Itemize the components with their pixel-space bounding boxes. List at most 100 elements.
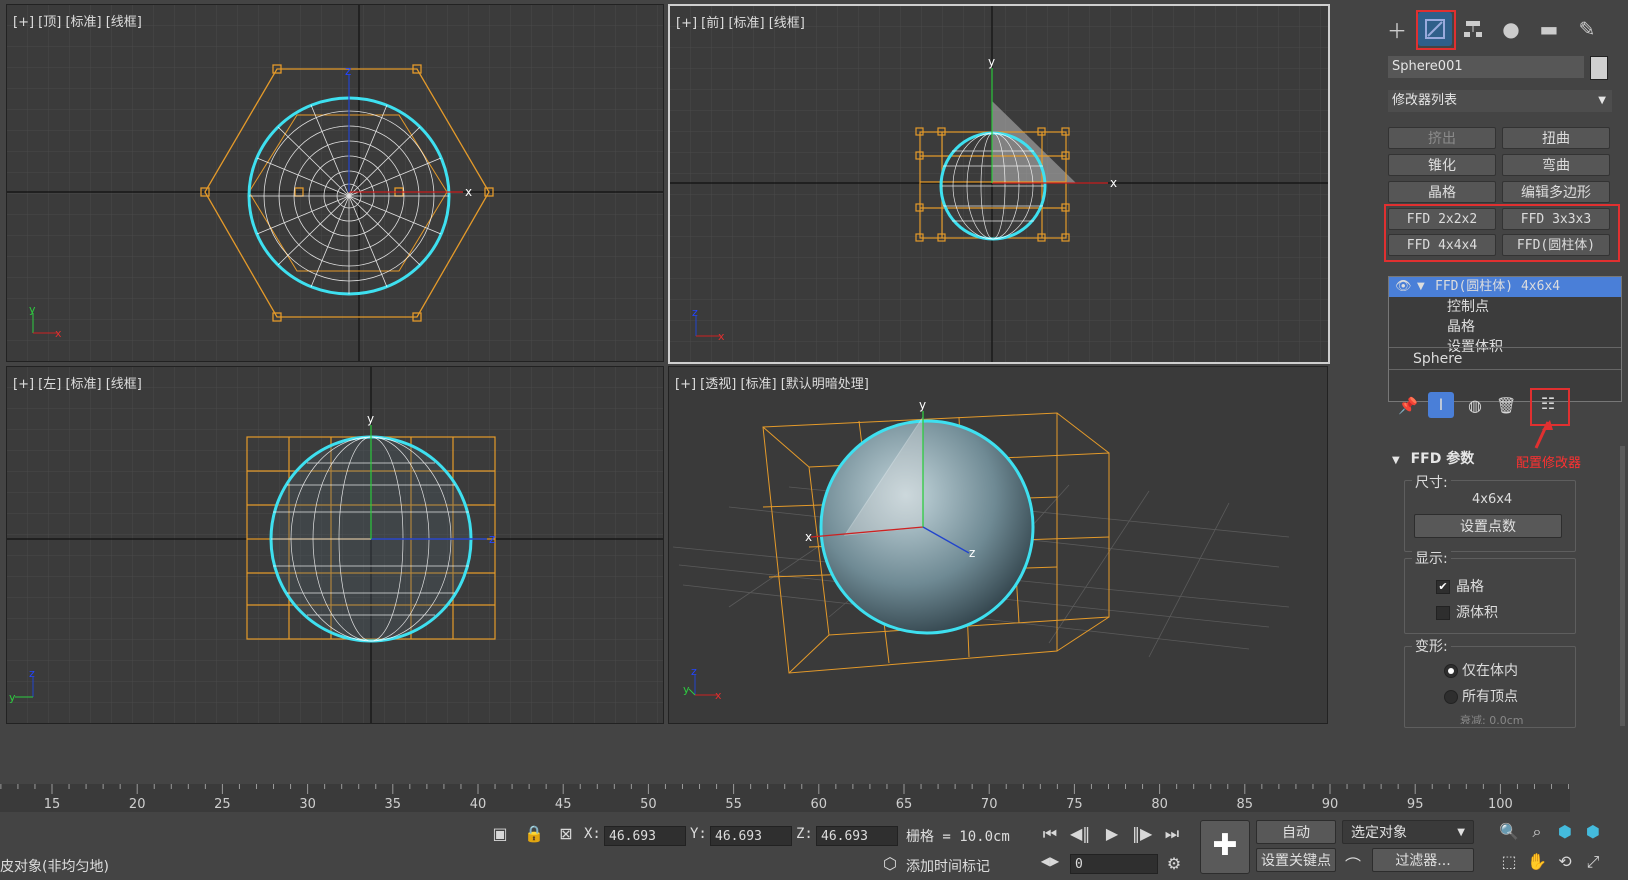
object-name-field[interactable]: Sphere001 (1388, 56, 1584, 78)
modify-tab-highlight (1416, 10, 1456, 50)
all-vertices-radio[interactable] (1444, 690, 1458, 704)
maximize-viewport-icon[interactable]: ⤢ (1582, 852, 1604, 872)
display-label: 显示: (1412, 548, 1451, 568)
remove-modifier-icon[interactable]: 🗑 (1496, 396, 1516, 415)
time-tag-icon[interactable]: ⬡ (880, 854, 900, 873)
display-group (1404, 558, 1576, 634)
next-frame-icon[interactable]: ‖▶ (1132, 824, 1152, 843)
key-mode-icon[interactable]: ◀▶ (1040, 854, 1060, 868)
stack-sub-lattice[interactable]: 晶格 (1447, 317, 1475, 337)
go-to-end-icon[interactable]: ⏭ (1162, 824, 1182, 844)
zoom-extents-icon[interactable]: ⬢ (1554, 822, 1576, 841)
lock-icon[interactable]: 🔒 (524, 824, 544, 843)
only-in-volume-radio[interactable] (1444, 664, 1458, 678)
viewport-label[interactable]: [+] [前] [标准] [线框] (676, 12, 805, 31)
viewport-left[interactable]: [+] [左] [标准] [线框] z y z y (6, 366, 664, 724)
source-volume-checkbox[interactable] (1436, 606, 1450, 620)
lattice-button[interactable]: 晶格 (1388, 181, 1496, 203)
ffd-3x3x3-button[interactable]: FFD 3x3x3 (1502, 208, 1610, 230)
ffd-cylinder-button[interactable]: FFD(圆柱体) (1502, 234, 1610, 256)
svg-text:x: x (55, 327, 62, 340)
stack-item-ffd[interactable]: 👁 ▼ FFD(圆柱体) 4x6x4 (1389, 277, 1621, 297)
pin-stack-icon[interactable]: 📌 (1398, 396, 1418, 415)
current-frame-field[interactable]: 0 (1070, 854, 1158, 874)
expand-triangle-icon[interactable]: ▼ (1417, 277, 1425, 297)
viewport-top[interactable]: [+] [顶] [标准] [线框] x z y x (6, 4, 664, 362)
bend-button[interactable]: 弯曲 (1502, 154, 1610, 176)
time-config-icon[interactable]: ⚙ (1164, 854, 1184, 873)
region-zoom-icon[interactable]: ⬚ (1498, 852, 1520, 871)
collapse-triangle-icon: ▼ (1392, 455, 1400, 466)
z-label: Z: (796, 826, 813, 842)
set-points-button[interactable]: 设置点数 (1414, 514, 1562, 538)
deform-label: 变形: (1412, 636, 1451, 656)
configure-modifier-sets-icon[interactable]: ☷ (1536, 394, 1560, 413)
svg-text:y: y (29, 303, 36, 316)
play-icon[interactable]: ▶ (1102, 824, 1122, 843)
timeline-tick-label: 90 (1322, 797, 1339, 812)
y-coordinate-field[interactable]: 46.693 (710, 826, 792, 846)
show-end-result-icon[interactable]: Ⅰ (1428, 392, 1454, 418)
status-prompt: 皮对象(非均匀地) (0, 859, 109, 875)
timeline-tick-label: 15 (44, 797, 61, 812)
make-unique-icon[interactable]: ◍ (1464, 396, 1486, 415)
x-coordinate-field[interactable]: 46.693 (604, 826, 686, 846)
rollout-header[interactable]: ▼ FFD 参数 (1392, 448, 1474, 468)
zoom-all-icon[interactable]: ⌕ (1526, 822, 1548, 842)
taper-button[interactable]: 锥化 (1388, 154, 1496, 176)
previous-frame-icon[interactable]: ◀‖ (1070, 824, 1090, 843)
ffd-4x4x4-button[interactable]: FFD 4x4x4 (1388, 234, 1496, 256)
source-volume-label: 源体积 (1456, 605, 1498, 621)
pan-icon[interactable]: ✋ (1526, 852, 1548, 871)
timeline-tick-label: 50 (640, 797, 657, 812)
stack-item-sphere[interactable]: Sphere (1413, 349, 1462, 369)
ffd-2x2x2-button[interactable]: FFD 2x2x2 (1388, 208, 1496, 230)
timeline-tick-label: 85 (1237, 797, 1254, 812)
viewport-label[interactable]: [+] [左] [标准] [线框] (13, 373, 142, 392)
modifier-list-dropdown[interactable]: 修改器列表 ▼ (1388, 90, 1612, 112)
twist-button[interactable]: 扭曲 (1502, 127, 1610, 149)
add-time-tag-button[interactable]: 添加时间标记 (906, 856, 990, 876)
eye-icon[interactable]: 👁 (1395, 277, 1412, 297)
viewport-front[interactable]: [+] [前] [标准] [线框] x y z x (668, 4, 1330, 364)
modifier-stack[interactable]: 👁 ▼ FFD(圆柱体) 4x6x4 控制点 晶格 设置体积 Sphere (1388, 276, 1622, 402)
axis-x-label: x (465, 185, 472, 199)
zoom-icon[interactable]: 🔍 (1498, 822, 1520, 841)
key-filter-icon[interactable]: ⌒ (1342, 852, 1364, 876)
x-label: X: (584, 826, 601, 842)
panel-scrollbar[interactable] (1620, 446, 1625, 726)
stack-divider (1389, 347, 1621, 348)
timeline-tick-label: 55 (725, 797, 742, 812)
falloff-label[interactable]: 衰减: 0.0cm (1460, 712, 1523, 724)
size-value: 4x6x4 (1472, 492, 1513, 507)
absolute-mode-icon[interactable]: ⊠ (556, 824, 576, 843)
set-key-button[interactable]: 设置关键点 (1256, 848, 1336, 872)
utilities-icon[interactable]: ✎ (1570, 12, 1604, 46)
display-icon[interactable]: ▬ (1532, 12, 1566, 46)
extrude-button[interactable]: 挤出 (1388, 127, 1496, 149)
orbit-icon[interactable]: ⟲ (1554, 852, 1576, 871)
selected-dropdown[interactable]: 选定对象 ▼ (1342, 820, 1474, 844)
go-to-start-icon[interactable]: ⏮ (1040, 824, 1060, 844)
create-icon[interactable]: ＋ (1380, 12, 1414, 46)
motion-icon[interactable]: ● (1494, 12, 1528, 46)
viewport-label[interactable]: [+] [顶] [标准] [线框] (13, 11, 142, 30)
viewport-perspective[interactable]: [+] [透视] [标准] [默认明暗处理] x y z z x y (668, 366, 1328, 724)
filters-button[interactable]: 过滤器... (1372, 848, 1474, 872)
set-key-big-button[interactable]: ✚ (1200, 820, 1250, 874)
svg-text:z: z (692, 306, 698, 319)
selection-lock-icon[interactable]: ▣ (490, 824, 510, 843)
viewport-label[interactable]: [+] [透视] [标准] [默认明暗处理] (675, 373, 869, 392)
z-coordinate-field[interactable]: 46.693 (816, 826, 898, 846)
auto-key-button[interactable]: 自动 (1256, 820, 1336, 844)
svg-text:z: z (29, 667, 35, 680)
timeline-tick-label: 65 (896, 797, 913, 812)
hierarchy-icon[interactable] (1456, 12, 1490, 46)
viewport-left-canvas: z y z y (7, 367, 663, 723)
object-color-swatch[interactable] (1590, 56, 1608, 80)
timeline[interactable]: 15 20 25 30 35 40 45 50 55 60 65 70 75 80 85 90 95 100 (0, 784, 1570, 812)
edit-poly-button[interactable]: 编辑多边形 (1502, 181, 1610, 203)
zoom-extents-all-icon[interactable]: ⬢ (1582, 822, 1604, 841)
lattice-checkbox[interactable]: ✔ (1436, 580, 1450, 594)
stack-sub-control-points[interactable]: 控制点 (1447, 297, 1489, 317)
